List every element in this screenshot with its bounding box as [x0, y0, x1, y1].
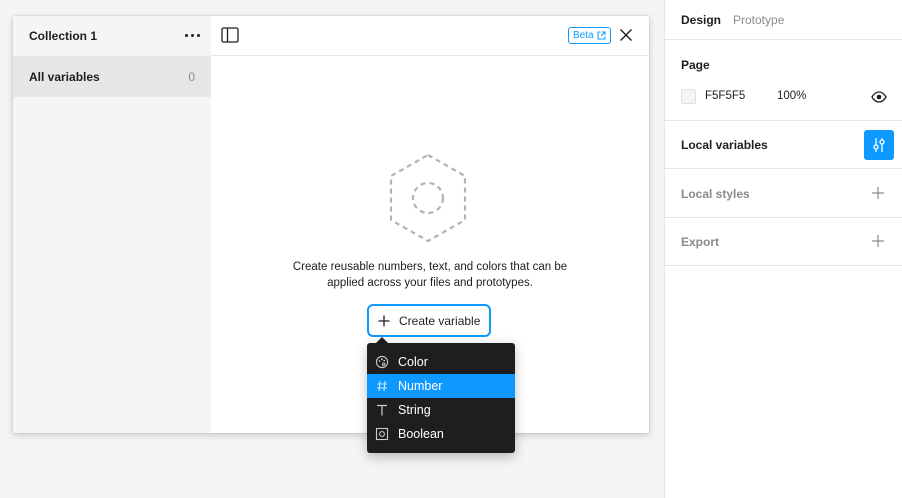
beta-badge[interactable]: Beta [568, 27, 611, 44]
menu-item-label: String [398, 403, 431, 417]
text-icon [377, 404, 387, 416]
export-title: Export [681, 235, 720, 249]
toggle-icon [375, 427, 389, 441]
beta-label: Beta [573, 30, 594, 41]
local-styles-title: Local styles [681, 187, 750, 201]
empty-state-line1: Create reusable numbers, text, and color… [292, 261, 568, 273]
menu-item-label: Boolean [398, 427, 444, 441]
collection-header: Collection 1 [13, 16, 211, 56]
open-variables-button[interactable] [864, 130, 894, 160]
sidebar-tabs: Design Prototype [665, 0, 902, 40]
empty-state-text: Create reusable numbers, text, and color… [211, 259, 649, 291]
export-section: Export [665, 218, 902, 266]
page-color-value[interactable]: F5F5F5 [705, 90, 745, 102]
all-variables-count: 0 [188, 70, 195, 84]
page-title: Page [681, 58, 710, 72]
create-variable-button[interactable]: Create variable [367, 304, 491, 337]
page-color-swatch[interactable] [681, 89, 696, 104]
menu-item-number[interactable]: Number [367, 374, 515, 398]
add-style-icon[interactable] [871, 186, 885, 200]
local-styles-section: Local styles [665, 169, 902, 218]
collections-panel: Collection 1 All variables 0 [13, 16, 211, 433]
tab-prototype[interactable]: Prototype [733, 13, 784, 27]
close-icon[interactable] [618, 27, 634, 43]
all-variables-label: All variables [29, 70, 100, 84]
hash-icon [377, 380, 387, 392]
local-variables-title: Local variables [681, 138, 768, 152]
tab-design[interactable]: Design [681, 13, 721, 27]
local-variables-section: Local variables [665, 121, 902, 169]
page-opacity-value[interactable]: 100% [777, 90, 806, 102]
collection-title[interactable]: Collection 1 [29, 29, 97, 43]
add-export-icon[interactable] [871, 234, 885, 248]
sidebar-toggle-icon[interactable] [221, 27, 239, 43]
menu-item-label: Number [398, 379, 443, 393]
menu-item-boolean[interactable]: Boolean [367, 422, 515, 446]
menu-item-color[interactable]: Color [367, 350, 515, 374]
eye-icon[interactable] [871, 90, 887, 104]
properties-sidebar: Design Prototype Page F5F5F5 100% Local … [664, 0, 902, 498]
sliders-icon [873, 138, 885, 152]
palette-icon [375, 355, 389, 369]
more-options-icon[interactable] [182, 28, 202, 42]
page-section: Page F5F5F5 100% [665, 40, 902, 121]
plus-icon [378, 315, 390, 326]
variable-type-menu: Color Number String Boolean [367, 343, 515, 453]
external-link-icon [597, 31, 606, 40]
all-variables-item[interactable]: All variables 0 [13, 56, 211, 97]
variables-modal: Collection 1 All variables 0 Beta Create… [13, 16, 649, 433]
menu-item-string[interactable]: String [367, 398, 515, 422]
pane-header: Beta [211, 16, 649, 56]
menu-item-label: Color [398, 355, 428, 369]
variables-hexagon-icon [389, 153, 467, 243]
create-variable-label: Create variable [399, 313, 481, 328]
empty-state-line2: applied across your files and prototypes… [327, 277, 533, 289]
